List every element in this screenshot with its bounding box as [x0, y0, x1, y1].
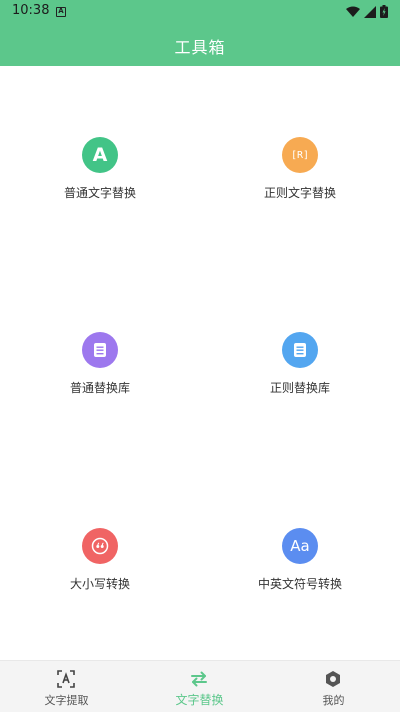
- wifi-icon: [346, 3, 360, 22]
- tool-case-convert[interactable]: 大小写转换: [0, 528, 200, 608]
- text-scan-icon: [56, 669, 76, 689]
- book-icon: [82, 332, 118, 368]
- regex-glyph: [R]: [290, 149, 310, 161]
- signal-icon: [364, 3, 376, 22]
- tool-cn-en-symbol-convert[interactable]: Aa 中英文符号转换: [200, 528, 400, 608]
- bottom-nav: 文字提取 文字替换 我的: [0, 660, 400, 712]
- nav-item-text-extract[interactable]: 文字提取: [0, 661, 133, 712]
- tool-plain-replace-library[interactable]: 普通替换库: [0, 332, 200, 412]
- nav-item-text-replace[interactable]: 文字替换: [133, 661, 266, 712]
- swap-arrows-icon: [189, 669, 209, 689]
- tool-label: 大小写转换: [69, 577, 130, 591]
- nav-label: 文字提取: [44, 694, 89, 707]
- tool-label: 普通替换库: [69, 381, 130, 395]
- nav-label: 文字替换: [175, 693, 224, 707]
- aa-glyph: Aa: [290, 537, 310, 555]
- app-bar: 工具箱: [0, 24, 400, 66]
- nav-label: 我的: [322, 694, 345, 707]
- hexagon-settings-icon: [323, 669, 343, 689]
- letter-a-glyph: A: [92, 144, 108, 166]
- tool-label: 中英文符号转换: [257, 577, 342, 591]
- tool-label: 正则替换库: [269, 381, 330, 395]
- page-title: 工具箱: [174, 38, 226, 57]
- status-time: 10:38: [12, 3, 50, 18]
- tool-regex-replace-library[interactable]: 正则替换库: [200, 332, 400, 412]
- letter-a-icon: A: [82, 137, 118, 173]
- battery-icon: [380, 3, 388, 22]
- tool-label: 普通文字替换: [63, 186, 136, 200]
- aa-icon: Aa: [282, 528, 318, 564]
- book-icon: [282, 332, 318, 368]
- nav-item-mine[interactable]: 我的: [267, 661, 400, 712]
- tools-grid: A 普通文字替换 [R] 正则文字替换 普通替换库 正则替换库 大小写转换 Aa…: [0, 66, 400, 660]
- regex-icon: [R]: [282, 137, 318, 173]
- status-bar: 10:38 A: [0, 0, 400, 24]
- quote-icon: [82, 528, 118, 564]
- tool-regex-text-replace[interactable]: [R] 正则文字替换: [200, 137, 400, 217]
- tool-label: 正则文字替换: [263, 186, 336, 200]
- a-notification-icon: A: [56, 7, 66, 17]
- tool-plain-text-replace[interactable]: A 普通文字替换: [0, 137, 200, 217]
- status-icons: [346, 3, 388, 22]
